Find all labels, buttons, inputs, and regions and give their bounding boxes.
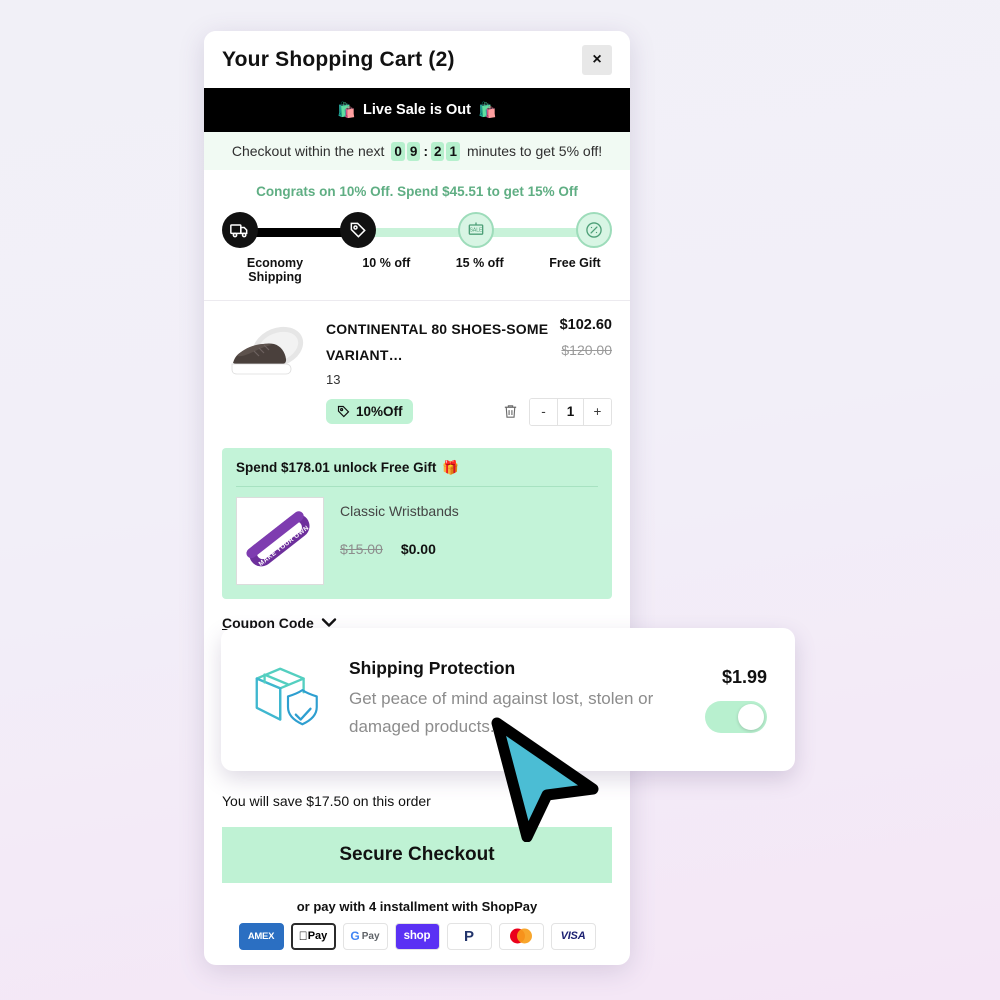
free-gift-heading-label: Spend $178.01 unlock Free Gift (236, 460, 437, 476)
shopping-bag-icon-right: 🛍️ (478, 102, 497, 119)
shipping-protection-price: $1.99 (721, 666, 767, 687)
payment-methods: AMEX Pay GPay shop P VISA (204, 922, 630, 950)
payment-icon-google-pay: G Pay (342, 922, 388, 950)
timer-digit-0: 0 (391, 141, 405, 161)
milestone-labels: Economy Shipping 10 % off 15 % off Free … (222, 256, 612, 284)
quantity-decrease-button[interactable]: - (530, 398, 557, 425)
countdown-banner: Checkout within the next 0 9 : 2 1 minut… (204, 132, 630, 170)
discount-badge-label: 10%Off (356, 404, 403, 420)
milestone-label-economy-shipping: Economy Shipping (246, 256, 304, 284)
close-icon[interactable]: × (582, 44, 612, 75)
live-sale-label: Live Sale is Out (363, 102, 471, 118)
payment-icon-mastercard (498, 922, 544, 950)
free-gift-name: Classic Wristbands (340, 502, 459, 519)
product-details: CONTINENTAL 80 SHOES-SOME VARIANT… $102.… (326, 317, 612, 426)
shipping-protection-description: Get peace of mind against lost, stolen o… (349, 689, 654, 736)
product-image[interactable] (222, 317, 314, 389)
milestone-free-gift[interactable] (576, 212, 612, 248)
product-variant: 13 (326, 371, 341, 387)
mastercard-circles-icon (510, 928, 532, 944)
payment-icon-shop-pay: shop (394, 922, 440, 950)
quantity-value[interactable]: 1 (557, 398, 584, 425)
page-title: Your Shopping Cart (2) (222, 47, 455, 71)
coupon-code-toggle[interactable]: Coupon Code (204, 599, 630, 631)
timer-digit-1: 9 (406, 141, 421, 161)
purple-wristband-image: MAKE YOUR OWN (237, 497, 323, 584)
milestone-label-15-percent: 15 % off (455, 256, 504, 270)
rewards-progress-section: Congrats on 10% Off. Spend $45.51 to get… (204, 170, 630, 290)
shipping-protection-controls: $1.99 (705, 667, 767, 733)
shopping-cart-panel: Your Shopping Cart (2) × 🛍️ Live Sale is… (204, 31, 630, 965)
percent-badge-icon (586, 222, 602, 238)
quantity-stepper: - 1 + (529, 397, 612, 426)
shipping-protection-toggle[interactable] (705, 700, 767, 733)
milestone-label-free-gift: Free Gift (549, 256, 601, 270)
svg-text:SALE: SALE (470, 228, 483, 234)
free-gift-heading: Spend $178.01 unlock Free Gift 🎁 (236, 460, 598, 476)
apple-logo-icon:  (299, 930, 308, 942)
free-gift-card: Spend $178.01 unlock Free Gift 🎁 MAKE YO… (222, 447, 612, 599)
timer-digit-3: 1 (446, 141, 460, 161)
tag-icon (350, 222, 366, 238)
product-price-block: $102.60 $120.00 (560, 317, 612, 369)
google-pay-label: Pay (361, 930, 380, 942)
free-gift-item: MAKE YOUR OWN Classic Wristbands $15.00 … (236, 496, 598, 585)
free-gift-info: Classic Wristbands $15.00 $0.00 (340, 497, 459, 557)
quantity-increase-button[interactable]: + (584, 398, 611, 425)
trash-icon (504, 405, 517, 419)
google-g-icon: G (350, 929, 360, 944)
product-name[interactable]: CONTINENTAL 80 SHOES-SOME VARIANT… (326, 317, 552, 369)
shopping-bag-icon-left: 🛍️ (337, 102, 356, 119)
countdown-timer: 0 9 : 2 1 (391, 141, 460, 161)
secure-checkout-button[interactable]: Secure Checkout (222, 826, 612, 883)
tag-icon (337, 406, 350, 418)
gift-box-icon: 🎁 (442, 459, 460, 475)
truck-icon (230, 224, 248, 238)
milestone-list: SALE (222, 212, 612, 248)
payment-icon-visa: VISA (550, 922, 596, 950)
milestone-label-10-percent: 10 % off (362, 256, 411, 270)
live-sale-banner: 🛍️ Live Sale is Out 🛍️ (204, 88, 630, 132)
timer-digit-2: 2 (430, 141, 445, 161)
milestone-10-percent-off[interactable] (340, 212, 376, 248)
milestone-15-percent-off[interactable]: SALE (458, 212, 494, 248)
brown-sneaker-image (231, 326, 304, 375)
shipping-protection-text: Shipping Protection Get peace of mind ag… (349, 658, 687, 740)
product-price-current: $102.60 (559, 317, 612, 333)
savings-summary: You will save $17.50 on this order (222, 792, 431, 809)
cart-items-list: CONTINENTAL 80 SHOES-SOME VARIANT… $102.… (204, 300, 630, 440)
shipping-protection-title: Shipping Protection (349, 658, 516, 679)
payment-icon-apple-pay: Pay (290, 922, 336, 950)
product-discount-badge: 10%Off (326, 399, 413, 425)
installment-note: or pay with 4 installment with ShopPay (296, 898, 538, 914)
chevron-down-icon (321, 618, 336, 627)
cart-line-item: CONTINENTAL 80 SHOES-SOME VARIANT… $102.… (204, 301, 630, 440)
free-gift-price-original: $15.00 (340, 540, 383, 557)
payment-icon-amex: AMEX (238, 922, 284, 950)
congrats-message: Congrats on 10% Off. Spend $45.51 to get… (256, 184, 578, 199)
timer-suffix-label: minutes to get 5% off! (466, 143, 603, 159)
timer-separator: : (423, 143, 428, 159)
progress-track: SALE (222, 212, 612, 252)
timer-prefix-label: Checkout within the next (231, 143, 385, 159)
product-price-original: $120.00 (561, 342, 612, 358)
shipping-protection-card: Shipping Protection Get peace of mind ag… (221, 628, 795, 771)
milestone-economy-shipping[interactable] (222, 212, 258, 248)
cart-header: Your Shopping Cart (2) × (204, 31, 630, 88)
apple-pay-label: Pay (303, 930, 328, 943)
divider (236, 485, 598, 487)
sale-sign-icon: SALE (468, 222, 484, 235)
quantity-controls: - 1 + (502, 397, 612, 426)
free-gift-price-current: $0.00 (400, 540, 436, 557)
package-shield-icon (245, 659, 331, 741)
payment-icon-paypal: P (446, 922, 492, 950)
free-gift-image[interactable]: MAKE YOUR OWN (236, 496, 324, 585)
